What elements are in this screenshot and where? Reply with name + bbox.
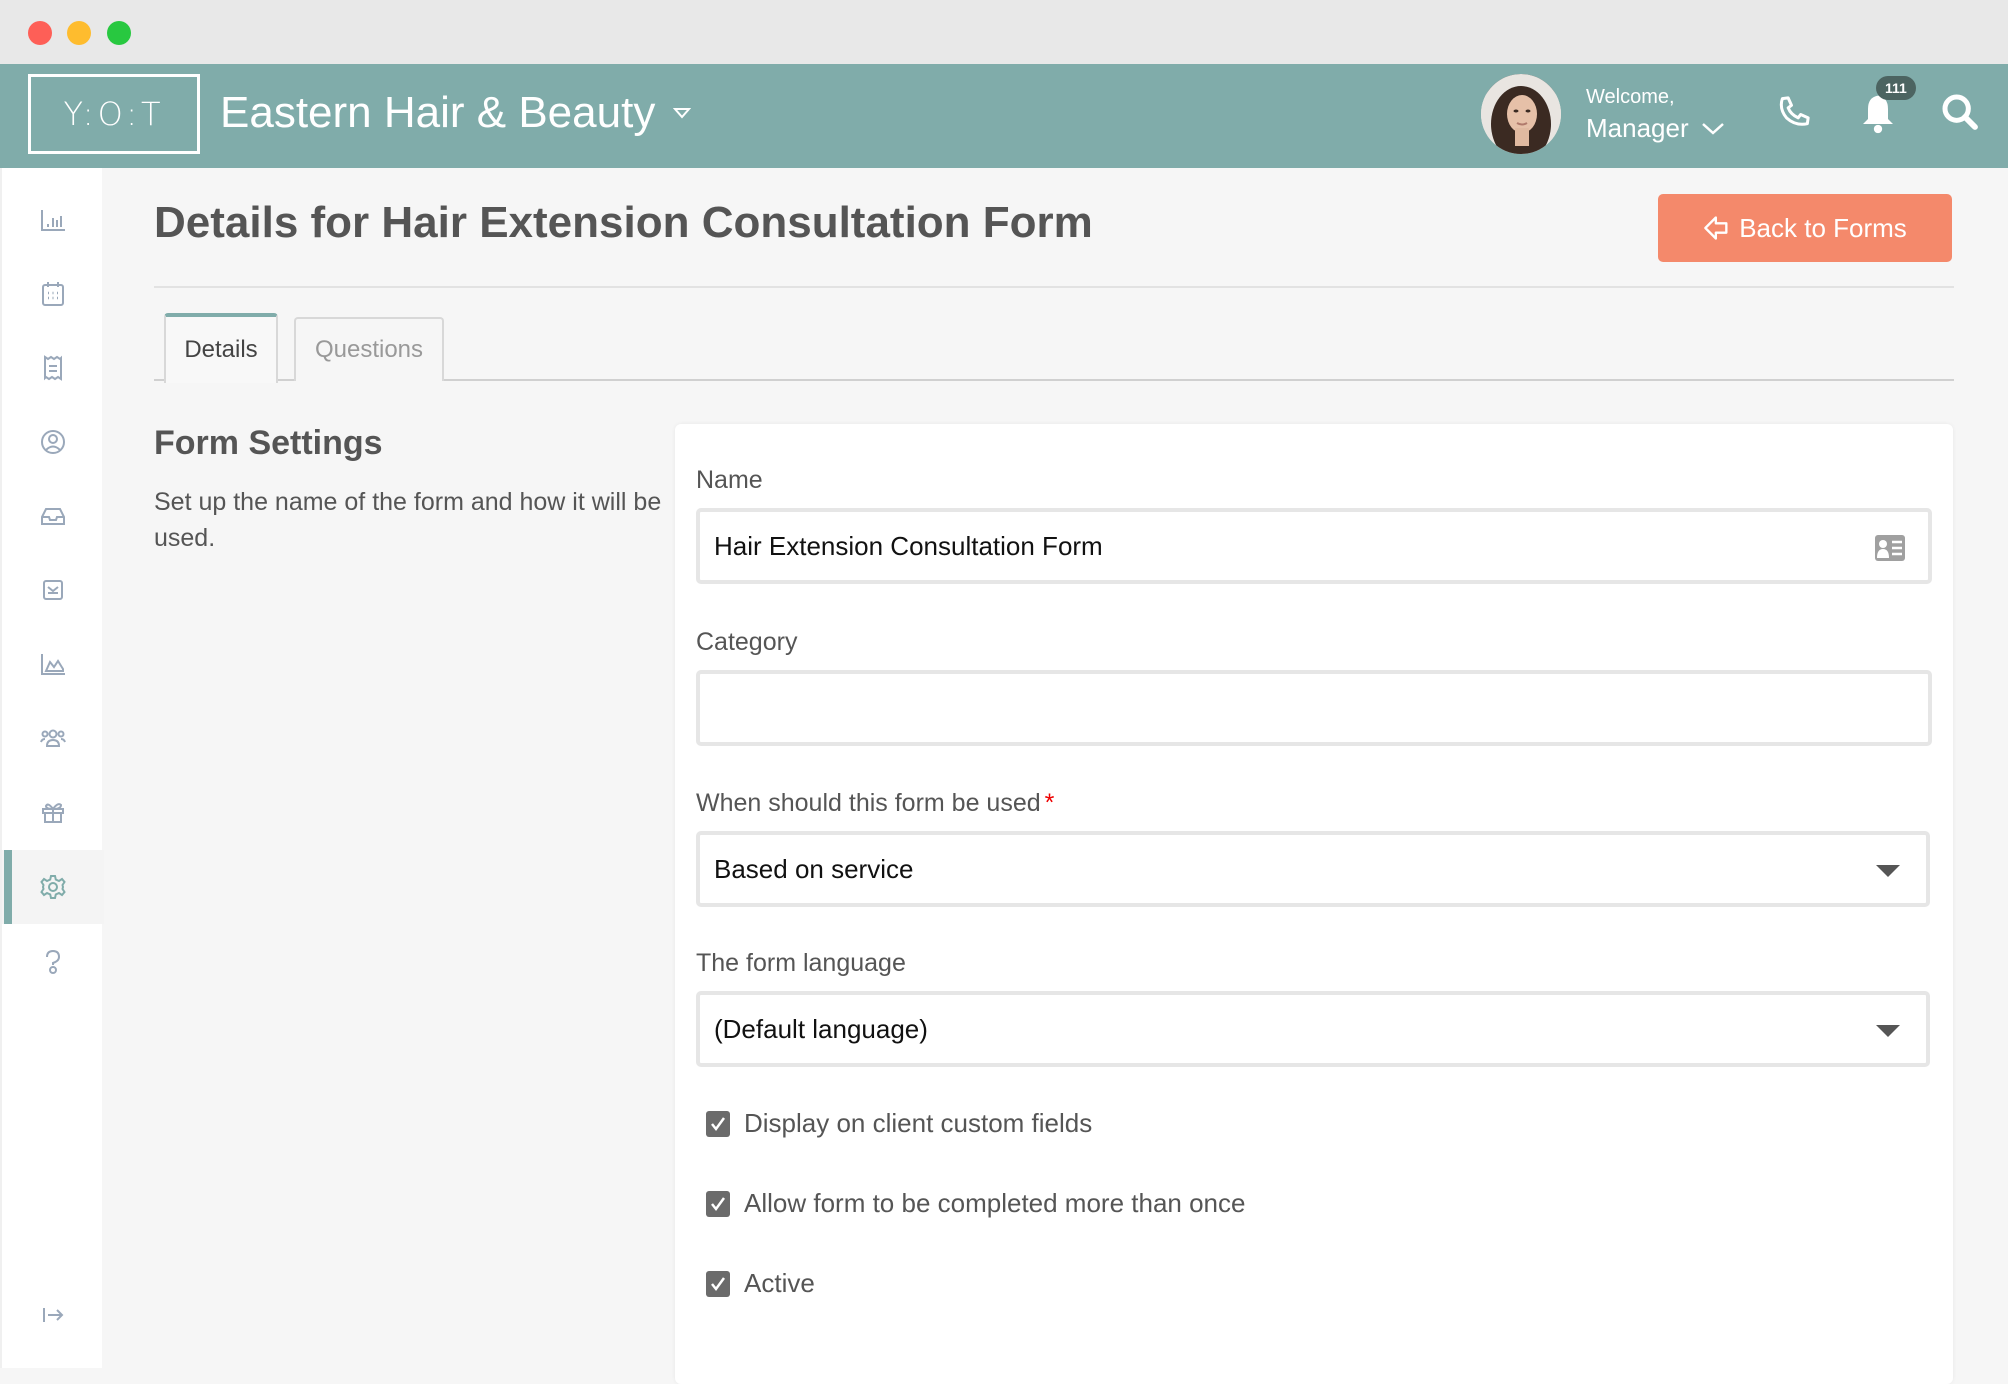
user-circle-icon bbox=[41, 430, 65, 454]
back-button-label: Back to Forms bbox=[1739, 212, 1907, 243]
sidebar-item-settings[interactable] bbox=[2, 850, 104, 924]
sidebar-item-sales[interactable] bbox=[2, 331, 104, 405]
name-input-value: Hair Extension Consultation Form bbox=[714, 530, 1103, 561]
title-bar bbox=[0, 0, 2008, 64]
language-select-value: (Default language) bbox=[714, 1013, 928, 1044]
page-title: Details for Hair Extension Consultation … bbox=[154, 198, 1093, 247]
mail-icon bbox=[43, 580, 63, 600]
checkbox-active[interactable]: Active bbox=[706, 1268, 815, 1299]
minimize-window-button[interactable] bbox=[67, 21, 91, 45]
sidebar-item-calendar[interactable] bbox=[2, 257, 104, 331]
checkbox-display-on-client[interactable]: Display on client custom fields bbox=[706, 1108, 1092, 1139]
checkbox-label: Display on client custom fields bbox=[744, 1108, 1093, 1138]
sidebar-item-help[interactable] bbox=[2, 925, 104, 999]
calendar-icon bbox=[42, 282, 64, 306]
tab-details[interactable]: Details bbox=[164, 313, 278, 383]
section-title: Form Settings bbox=[154, 424, 383, 462]
required-asterisk: * bbox=[1044, 789, 1055, 817]
arrow-left-icon bbox=[1704, 216, 1728, 240]
language-label: The form language bbox=[696, 949, 906, 977]
bar-chart-icon bbox=[41, 210, 65, 231]
usage-label: When should this form be used * bbox=[696, 789, 1054, 818]
receipt-icon bbox=[44, 355, 62, 381]
sidebar-nav bbox=[0, 168, 104, 1368]
phone-icon[interactable] bbox=[1774, 92, 1814, 132]
checkbox-checked[interactable] bbox=[706, 1270, 730, 1297]
business-switcher[interactable]: Eastern Hair & Beauty bbox=[220, 88, 692, 138]
chevron-down-icon bbox=[1701, 122, 1724, 135]
category-input[interactable] bbox=[696, 670, 1932, 746]
check-icon bbox=[711, 1116, 726, 1131]
users-icon bbox=[40, 729, 66, 747]
user-name: Manager bbox=[1586, 113, 1689, 143]
notification-badge: 111 bbox=[1876, 76, 1916, 100]
checkbox-label: Allow form to be completed more than onc… bbox=[744, 1188, 1246, 1218]
checkbox-checked[interactable] bbox=[706, 1110, 730, 1137]
gear-icon bbox=[40, 875, 66, 899]
sidebar-item-messages[interactable] bbox=[2, 553, 104, 627]
usage-label-text: When should this form be used bbox=[696, 789, 1041, 817]
dropdown-arrow-icon bbox=[1876, 865, 1900, 877]
tab-questions[interactable]: Questions bbox=[294, 317, 444, 381]
sidebar-item-clients[interactable] bbox=[2, 405, 104, 479]
business-name: Eastern Hair & Beauty bbox=[220, 88, 656, 137]
sidebar-item-reports[interactable] bbox=[2, 627, 104, 701]
area-chart-icon bbox=[41, 654, 65, 675]
user-menu[interactable]: Welcome, Manager bbox=[1586, 86, 1725, 144]
dropdown-arrow-icon bbox=[1876, 1025, 1900, 1037]
check-icon bbox=[711, 1196, 726, 1211]
maximize-window-button[interactable] bbox=[107, 21, 131, 45]
welcome-text: Welcome, bbox=[1586, 86, 1675, 108]
app-window: Y:O:T Eastern Hair & Beauty Welcome, Man… bbox=[0, 0, 2008, 1384]
close-window-button[interactable] bbox=[28, 21, 52, 45]
usage-select[interactable]: Based on service bbox=[696, 831, 1930, 907]
caret-down-icon bbox=[673, 108, 692, 119]
gift-icon bbox=[42, 803, 64, 823]
name-input[interactable]: Hair Extension Consultation Form bbox=[696, 508, 1932, 584]
logout-button[interactable] bbox=[2, 1278, 104, 1352]
top-header: Y:O:T Eastern Hair & Beauty Welcome, Man… bbox=[0, 64, 2008, 168]
sidebar-item-staff[interactable] bbox=[2, 701, 104, 775]
check-icon bbox=[711, 1276, 726, 1291]
header-divider bbox=[154, 286, 1954, 288]
tab-bar: Details Questions bbox=[154, 313, 1954, 383]
sidebar-item-marketing[interactable] bbox=[2, 775, 104, 849]
sidebar-item-dashboard[interactable] bbox=[2, 183, 104, 257]
checkbox-checked[interactable] bbox=[706, 1190, 730, 1217]
name-label: Name bbox=[696, 466, 763, 494]
form-settings-card: Name Hair Extension Consultation Form Ca… bbox=[675, 424, 1953, 1384]
checkbox-label: Active bbox=[744, 1268, 815, 1298]
section-description: Set up the name of the form and how it w… bbox=[154, 488, 662, 552]
language-select[interactable]: (Default language) bbox=[696, 991, 1930, 1067]
usage-select-value: Based on service bbox=[714, 853, 914, 884]
logo[interactable]: Y:O:T bbox=[28, 74, 200, 154]
contact-card-icon bbox=[1875, 535, 1905, 561]
avatar[interactable] bbox=[1481, 74, 1561, 154]
back-to-forms-button[interactable]: Back to Forms bbox=[1658, 194, 1952, 262]
inbox-icon bbox=[41, 508, 65, 525]
avatar-image bbox=[1481, 74, 1561, 154]
search-icon[interactable] bbox=[1940, 92, 1980, 132]
checkbox-allow-multiple[interactable]: Allow form to be completed more than onc… bbox=[706, 1188, 1245, 1219]
logout-icon bbox=[43, 1308, 64, 1322]
sidebar-item-inbox[interactable] bbox=[2, 479, 104, 553]
category-label: Category bbox=[696, 628, 798, 656]
help-icon bbox=[46, 949, 61, 974]
